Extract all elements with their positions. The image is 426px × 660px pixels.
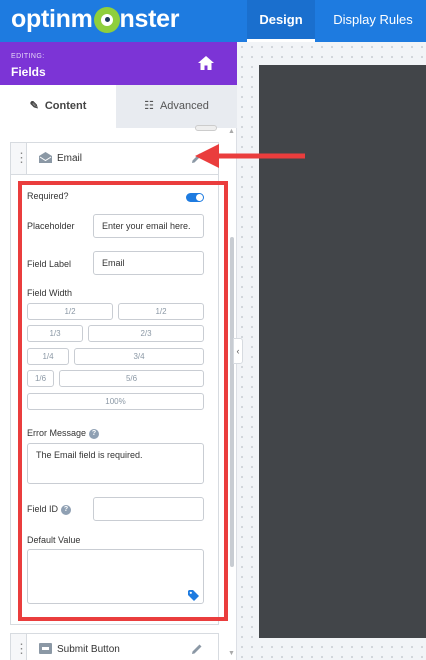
annotation-highlight-box [18,181,228,621]
edit-pencil-icon[interactable] [191,643,203,655]
editing-caption: EDITING: [11,53,45,60]
tab-design[interactable]: Design [247,0,315,42]
sliders-icon: ☷ [144,100,154,112]
tab-content-label: Content [44,100,87,112]
field-row-email[interactable]: Email [10,142,219,175]
field-row-label: Email [57,153,83,164]
previous-field-stub [195,125,217,131]
scroll-down-arrow-icon[interactable]: ▼ [228,650,235,657]
annotation-arrow-icon [195,144,305,168]
home-icon[interactable] [198,56,214,70]
sidebar-tabs: ✎ Content ☷ Advanced [0,85,237,128]
tab-content[interactable]: ✎ Content [0,85,116,128]
top-bar: optinm nster Design Display Rules [0,0,426,42]
tab-advanced-label: Advanced [159,100,209,112]
collapse-sidebar-chevron-icon[interactable]: ‹ [233,338,243,364]
tab-advanced[interactable]: ☷ Advanced [116,85,237,128]
button-icon [39,643,52,654]
pencil-icon: ✎ [29,100,39,112]
monster-logo-icon [93,7,120,33]
field-row-submit-button[interactable]: Submit Button [10,633,219,660]
logo-text-end: nster [119,4,180,33]
editing-header: EDITING: Fields [0,42,237,85]
field-row-label: Submit Button [57,644,120,655]
editing-title: Fields [11,65,46,79]
scroll-up-arrow-icon[interactable]: ▲ [228,128,235,135]
optinmonster-logo[interactable]: optinm nster [11,3,179,35]
drag-handle-icon[interactable] [11,143,28,174]
panel-scrollbar[interactable] [230,237,234,567]
envelope-icon [39,152,52,163]
tab-display-rules[interactable]: Display Rules [329,0,417,42]
drag-handle-icon[interactable] [11,634,28,660]
logo-text-start: optinm [11,4,93,33]
